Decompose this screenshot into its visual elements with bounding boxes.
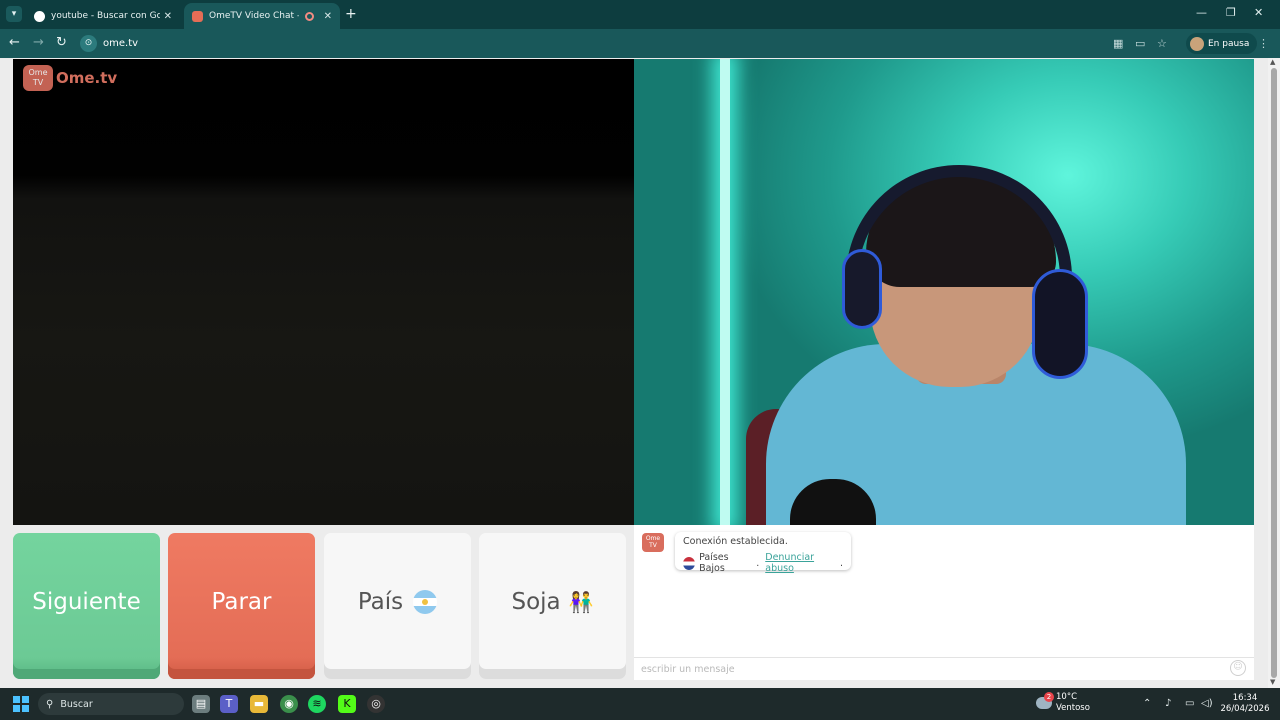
scroll-thumb[interactable] bbox=[1271, 68, 1277, 678]
chat-message-input[interactable] bbox=[634, 657, 1254, 680]
tab-google-search[interactable]: youtube - Buscar con Google ✕ bbox=[26, 3, 180, 29]
argentina-flag-icon bbox=[413, 590, 438, 614]
menu-kebab-icon[interactable]: ⋮ bbox=[1258, 37, 1269, 50]
tab-title: OmeTV Video Chat — Alter bbox=[209, 11, 299, 21]
country-label: País bbox=[357, 589, 404, 615]
tab-title: youtube - Buscar con Google bbox=[51, 11, 160, 21]
scroll-down-arrow-icon[interactable]: ▼ bbox=[1270, 678, 1275, 686]
partner-country: Países Bajos bbox=[699, 552, 729, 574]
netherlands-flag-icon bbox=[683, 556, 696, 570]
recording-indicator-icon bbox=[304, 11, 314, 21]
weather-temperature: 10°C bbox=[1056, 692, 1078, 702]
country-filter-button[interactable]: País bbox=[324, 533, 471, 679]
weather-widget[interactable]: 2 10°C Ventoso bbox=[1036, 692, 1090, 714]
logo-text: Ome.tv bbox=[56, 69, 118, 87]
stop-label: Parar bbox=[211, 589, 272, 615]
chrome-icon[interactable]: ◉ bbox=[280, 695, 298, 713]
back-arrow-icon[interactable]: ← bbox=[9, 35, 20, 51]
stop-button[interactable]: Parar bbox=[168, 533, 315, 679]
notification-badge: 2 bbox=[1044, 692, 1054, 702]
browser-toolbar: ← → ↻ ⊙ ome.tv ▦ ▭ ☆ En pausa ⋮ bbox=[0, 29, 1280, 58]
minimize-icon[interactable]: — bbox=[1196, 6, 1207, 19]
teams-icon[interactable]: T bbox=[220, 695, 238, 713]
avatar bbox=[1190, 36, 1204, 51]
new-tab-plus-icon[interactable]: + bbox=[345, 6, 357, 22]
cast-icon[interactable]: ▭ bbox=[1135, 37, 1145, 50]
couple-icon: 👫 bbox=[568, 590, 594, 614]
ometv-logo: Ome TV Ome.tv bbox=[23, 65, 117, 91]
next-button[interactable]: Siguiente bbox=[13, 533, 160, 679]
address-bar[interactable]: ⊙ ome.tv bbox=[80, 33, 1180, 54]
logo-badge: Ome TV bbox=[23, 65, 53, 91]
neon-light bbox=[720, 59, 730, 525]
tab-close-icon[interactable]: ✕ bbox=[164, 11, 172, 22]
chevron-up-icon[interactable]: ⌃ bbox=[1143, 698, 1151, 709]
taskbar-search[interactable]: ⚲ Buscar bbox=[38, 693, 184, 715]
search-icon: ⚲ bbox=[46, 698, 54, 710]
page-scrollbar[interactable]: ▲ ▼ bbox=[1268, 58, 1280, 688]
ometv-favicon-icon bbox=[192, 10, 203, 22]
network-icon[interactable]: ▭ bbox=[1185, 698, 1194, 709]
weather-description: Ventoso bbox=[1056, 703, 1090, 713]
obs-icon[interactable]: ◎ bbox=[367, 695, 385, 713]
emoji-smiley-icon[interactable]: ☺ bbox=[1230, 660, 1246, 676]
translate-icon[interactable]: ▦ bbox=[1113, 37, 1123, 50]
clock-date: 26/04/2026 bbox=[1220, 704, 1270, 714]
gender-label: Soja bbox=[511, 589, 561, 615]
separator: . bbox=[753, 557, 763, 569]
google-icon bbox=[34, 10, 45, 22]
windows-taskbar: ⚲ Buscar ▤ T ▬ ◉ ≋ K ◎ 2 10°C Ventoso ⌃ … bbox=[0, 688, 1280, 720]
kick-icon[interactable]: K bbox=[338, 695, 356, 713]
cloud-icon: 2 bbox=[1036, 692, 1054, 709]
self-video bbox=[634, 59, 1254, 525]
browser-tab-bar: ▾ youtube - Buscar con Google ✕ OmeTV Vi… bbox=[0, 0, 1280, 29]
gender-filter-button[interactable]: Soja 👫 bbox=[479, 533, 626, 679]
windows-start-icon[interactable] bbox=[13, 696, 29, 712]
screen: ▾ youtube - Buscar con Google ✕ OmeTV Vi… bbox=[0, 0, 1280, 720]
forward-arrow-icon[interactable]: → bbox=[33, 35, 44, 51]
profile-button[interactable]: En pausa bbox=[1186, 33, 1258, 54]
report-abuse-link[interactable]: Denunciar abuso bbox=[765, 552, 840, 574]
search-placeholder: Buscar bbox=[60, 698, 93, 710]
microphone-icon[interactable]: ♪ bbox=[1165, 698, 1171, 709]
spotify-icon[interactable]: ≋ bbox=[308, 695, 326, 713]
reload-icon[interactable]: ↻ bbox=[56, 35, 67, 51]
site-info-icon[interactable]: ⊙ bbox=[80, 35, 97, 52]
tab-close-icon[interactable]: ✕ bbox=[324, 11, 332, 22]
report-suffix: . bbox=[839, 557, 843, 569]
file-explorer-icon[interactable]: ▬ bbox=[250, 695, 268, 713]
ometv-chat-logo-icon: Ome TV bbox=[642, 533, 664, 552]
tab-search-chevron-icon[interactable]: ▾ bbox=[6, 6, 22, 22]
url-text: ome.tv bbox=[103, 38, 139, 49]
bookmark-star-icon[interactable]: ☆ bbox=[1157, 37, 1167, 50]
chat-panel: Ome TV Conexión establecida. Países Bajo… bbox=[634, 525, 1254, 680]
headphone-cup bbox=[1032, 269, 1088, 379]
scroll-up-arrow-icon[interactable]: ▲ bbox=[1270, 58, 1275, 66]
tab-ometv[interactable]: OmeTV Video Chat — Alter ✕ bbox=[184, 3, 340, 29]
clock-time: 16:34 bbox=[1232, 693, 1258, 703]
headphone-cup bbox=[842, 249, 882, 329]
window-close-icon[interactable]: ✕ bbox=[1254, 6, 1263, 19]
profile-status: En pausa bbox=[1208, 38, 1250, 49]
volume-icon[interactable]: ◁) bbox=[1201, 698, 1213, 709]
system-clock[interactable]: 16:34 26/04/2026 bbox=[1218, 693, 1272, 715]
connection-status: Conexión establecida. bbox=[683, 536, 788, 547]
next-label: Siguiente bbox=[32, 589, 141, 615]
task-view-icon[interactable]: ▤ bbox=[192, 695, 210, 713]
system-message: Conexión establecida. Países Bajos . Den… bbox=[675, 532, 851, 574]
stranger-video: Ome TV Ome.tv bbox=[13, 59, 634, 525]
maximize-icon[interactable]: ❐ bbox=[1226, 6, 1236, 19]
